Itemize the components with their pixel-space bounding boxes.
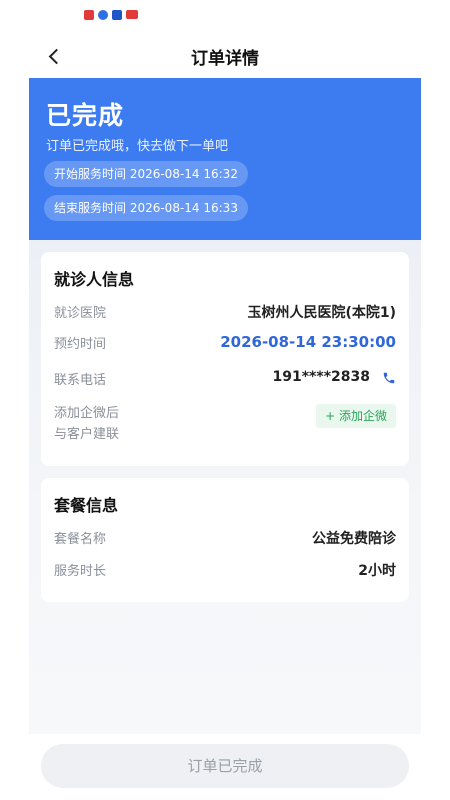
patient-info-title: 就诊人信息	[54, 270, 135, 289]
contact-phone-value: 191****2838	[272, 369, 370, 385]
service-end-time: 结束服务时间 2026-08-14 16:33	[44, 195, 248, 221]
patient-info-card: 就诊人信息 就诊医院 玉树州人民医院(本院1) 预约时间 2026-08-14 …	[41, 252, 409, 466]
add-wecom-button[interactable]: + 添加企微	[316, 404, 396, 428]
order-status-subtitle: 订单已完成哦，快去做下一单吧	[46, 139, 229, 154]
order-completed-button[interactable]: 订单已完成	[41, 744, 409, 788]
hospital-value: 玉树州人民医院(本院1)	[247, 305, 396, 321]
appointment-time-value: 2026-08-14 23:30:00	[220, 333, 396, 351]
wecom-hint-line1: 添加企微后	[54, 406, 120, 421]
order-status-banner: 已完成 订单已完成哦，快去做下一单吧 开始服务时间 2026-08-14 16:…	[29, 78, 421, 240]
app-navy-icon	[112, 10, 122, 20]
navbar: 订单详情	[0, 34, 450, 76]
wecom-hint-line2: 与客户建联	[54, 427, 120, 442]
appointment-time-row: 预约时间 2026-08-14 23:30:00	[54, 333, 396, 355]
package-info-title: 套餐信息	[54, 496, 119, 515]
package-name-value: 公益免费陪诊	[312, 531, 396, 547]
appointment-time-label: 预约时间	[54, 337, 107, 352]
notification-icons	[84, 10, 138, 20]
contact-phone-row: 联系电话 191****2838	[54, 369, 396, 391]
page-title: 订单详情	[191, 49, 259, 69]
app-blue-icon	[98, 10, 108, 20]
service-start-time: 开始服务时间 2026-08-14 16:32	[44, 161, 248, 187]
service-duration-row: 服务时长 2小时	[54, 560, 396, 582]
bottom-bar: 订单已完成	[0, 734, 450, 800]
hospital-row: 就诊医院 玉树州人民医院(本院1)	[54, 302, 396, 324]
phone-icon[interactable]	[382, 370, 396, 384]
tv-icon	[126, 10, 138, 19]
service-duration-label: 服务时长	[54, 564, 107, 579]
status-bar	[0, 0, 450, 30]
hospital-label: 就诊医院	[54, 306, 107, 321]
package-info-card: 套餐信息 套餐名称 公益免费陪诊 服务时长 2小时	[41, 478, 409, 602]
order-status: 已完成	[46, 101, 125, 130]
contact-phone-label: 联系电话	[54, 373, 107, 388]
service-duration-value: 2小时	[358, 563, 396, 579]
contact-phone-group: 191****2838	[273, 369, 396, 385]
app-red-icon	[84, 10, 94, 20]
package-name-label: 套餐名称	[54, 532, 107, 547]
package-name-row: 套餐名称 公益免费陪诊	[54, 528, 396, 550]
wecom-hint: 添加企微后 与客户建联	[54, 403, 119, 445]
